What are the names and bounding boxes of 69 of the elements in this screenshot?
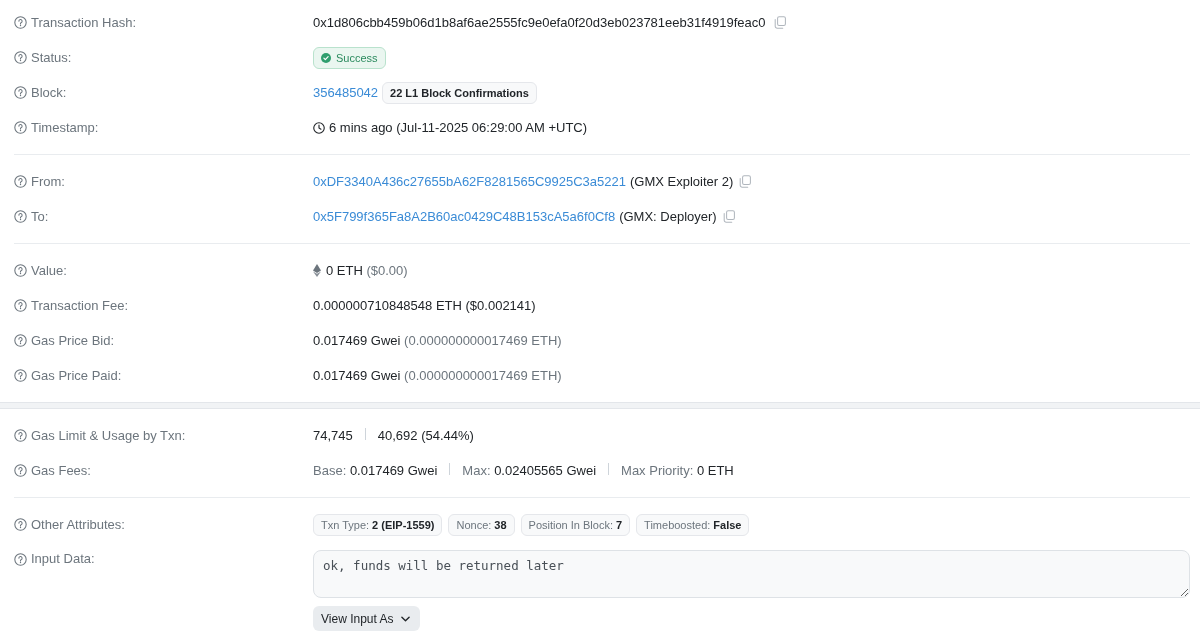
secondary-text: Max Priority: xyxy=(621,462,694,478)
secondary-text: (0.000000000017469 ETH) xyxy=(404,332,562,348)
attribute-name: Position In Block: xyxy=(528,517,613,532)
help-icon xyxy=(14,369,27,382)
attribute-value: 38 xyxy=(494,517,507,532)
value-text: 0 ETH xyxy=(696,462,734,478)
status-text: Success xyxy=(336,50,378,65)
address-name: (GMX Exploiter 2) xyxy=(630,172,734,191)
hash-text: 0x1d806cbb459b06d1b8af6ae2555fc9e0efa0f20d3eb023781eeb31f4919feac0 xyxy=(313,13,766,32)
value-text: 0.017469 Gwei xyxy=(313,332,401,348)
address-link[interactable]: 0x5F799f365Fa8A2B60ac0429C48B153cA5a6f0Cf8 xyxy=(313,207,616,226)
field-label: Value: xyxy=(31,261,67,280)
block-link[interactable]: 356485042 xyxy=(313,83,379,102)
attribute-value: False xyxy=(713,517,742,532)
help-icon xyxy=(14,210,27,223)
attribute-value: 7 xyxy=(615,517,623,532)
help-icon xyxy=(14,299,27,312)
value-text: 0.017469 Gwei xyxy=(349,462,438,478)
field-label: Transaction Hash: xyxy=(31,13,136,32)
field-label: Gas Price Paid: xyxy=(31,366,122,385)
field-label: Status: xyxy=(31,48,72,67)
help-icon xyxy=(14,334,27,347)
help-icon xyxy=(14,429,27,442)
secondary-text: (0.000000000017469 ETH) xyxy=(404,367,562,383)
value-text: 74,745 xyxy=(313,427,353,443)
secondary-text: ($0.00) xyxy=(366,262,408,278)
input-data-field[interactable]: ok, funds will be returned later xyxy=(313,550,1190,598)
value-text: 0.02405565 Gwei xyxy=(494,462,597,478)
chevron-down-icon xyxy=(400,615,410,622)
field-label: Timestamp: xyxy=(31,118,99,137)
view-input-button[interactable]: View Input As xyxy=(313,606,420,631)
copy-icon[interactable] xyxy=(773,16,786,29)
value-text: 40,692 (54.44%) xyxy=(377,427,474,443)
help-icon xyxy=(14,121,27,134)
field-label: From: xyxy=(31,172,65,191)
check-circle-icon xyxy=(321,52,331,63)
field-label: Gas Limit & Usage by Txn: xyxy=(31,426,186,445)
field-label: To: xyxy=(31,207,49,226)
help-icon xyxy=(14,51,27,64)
value-text: 0.017469 Gwei xyxy=(313,367,401,383)
field-label: Input Data: xyxy=(31,550,95,568)
field-label: Transaction Fee: xyxy=(31,296,129,315)
copy-icon[interactable] xyxy=(722,210,735,223)
secondary-text: Max: xyxy=(462,462,491,478)
address-name: (GMX: Deployer) xyxy=(619,207,717,226)
timestamp-text: 6 mins ago (Jul-11-2025 06:29:00 AM +UTC) xyxy=(329,118,588,137)
attribute-name: Txn Type: xyxy=(321,517,370,532)
help-icon xyxy=(14,518,27,531)
help-icon xyxy=(14,16,27,29)
help-icon xyxy=(14,175,27,188)
help-icon xyxy=(14,552,27,566)
help-icon xyxy=(14,86,27,99)
attribute-name: Nonce: xyxy=(456,517,492,532)
copy-icon[interactable] xyxy=(739,175,752,188)
value-text: 0 ETH xyxy=(326,262,363,278)
clock-icon xyxy=(313,121,325,134)
field-label: Gas Fees: xyxy=(31,461,91,480)
help-icon xyxy=(14,264,27,277)
field-label: Other Attributes: xyxy=(31,515,125,534)
address-link[interactable]: 0xDF3340A436c27655bA62F8281565C9925C3a5221 xyxy=(313,172,626,191)
value-text: 0.000000710848548 ETH ($0.002141) xyxy=(313,297,536,313)
field-label: Block: xyxy=(31,83,67,102)
secondary-text: Base: xyxy=(313,462,347,478)
help-icon xyxy=(14,464,27,477)
attribute-name: Timeboosted: xyxy=(644,517,711,532)
diamond-icon xyxy=(313,264,321,277)
field-label: Gas Price Bid: xyxy=(31,331,115,350)
confirmations-badge: 22 L1 Block Confirmations xyxy=(382,81,537,104)
attribute-value: 2 (EIP-1559) xyxy=(372,517,435,532)
